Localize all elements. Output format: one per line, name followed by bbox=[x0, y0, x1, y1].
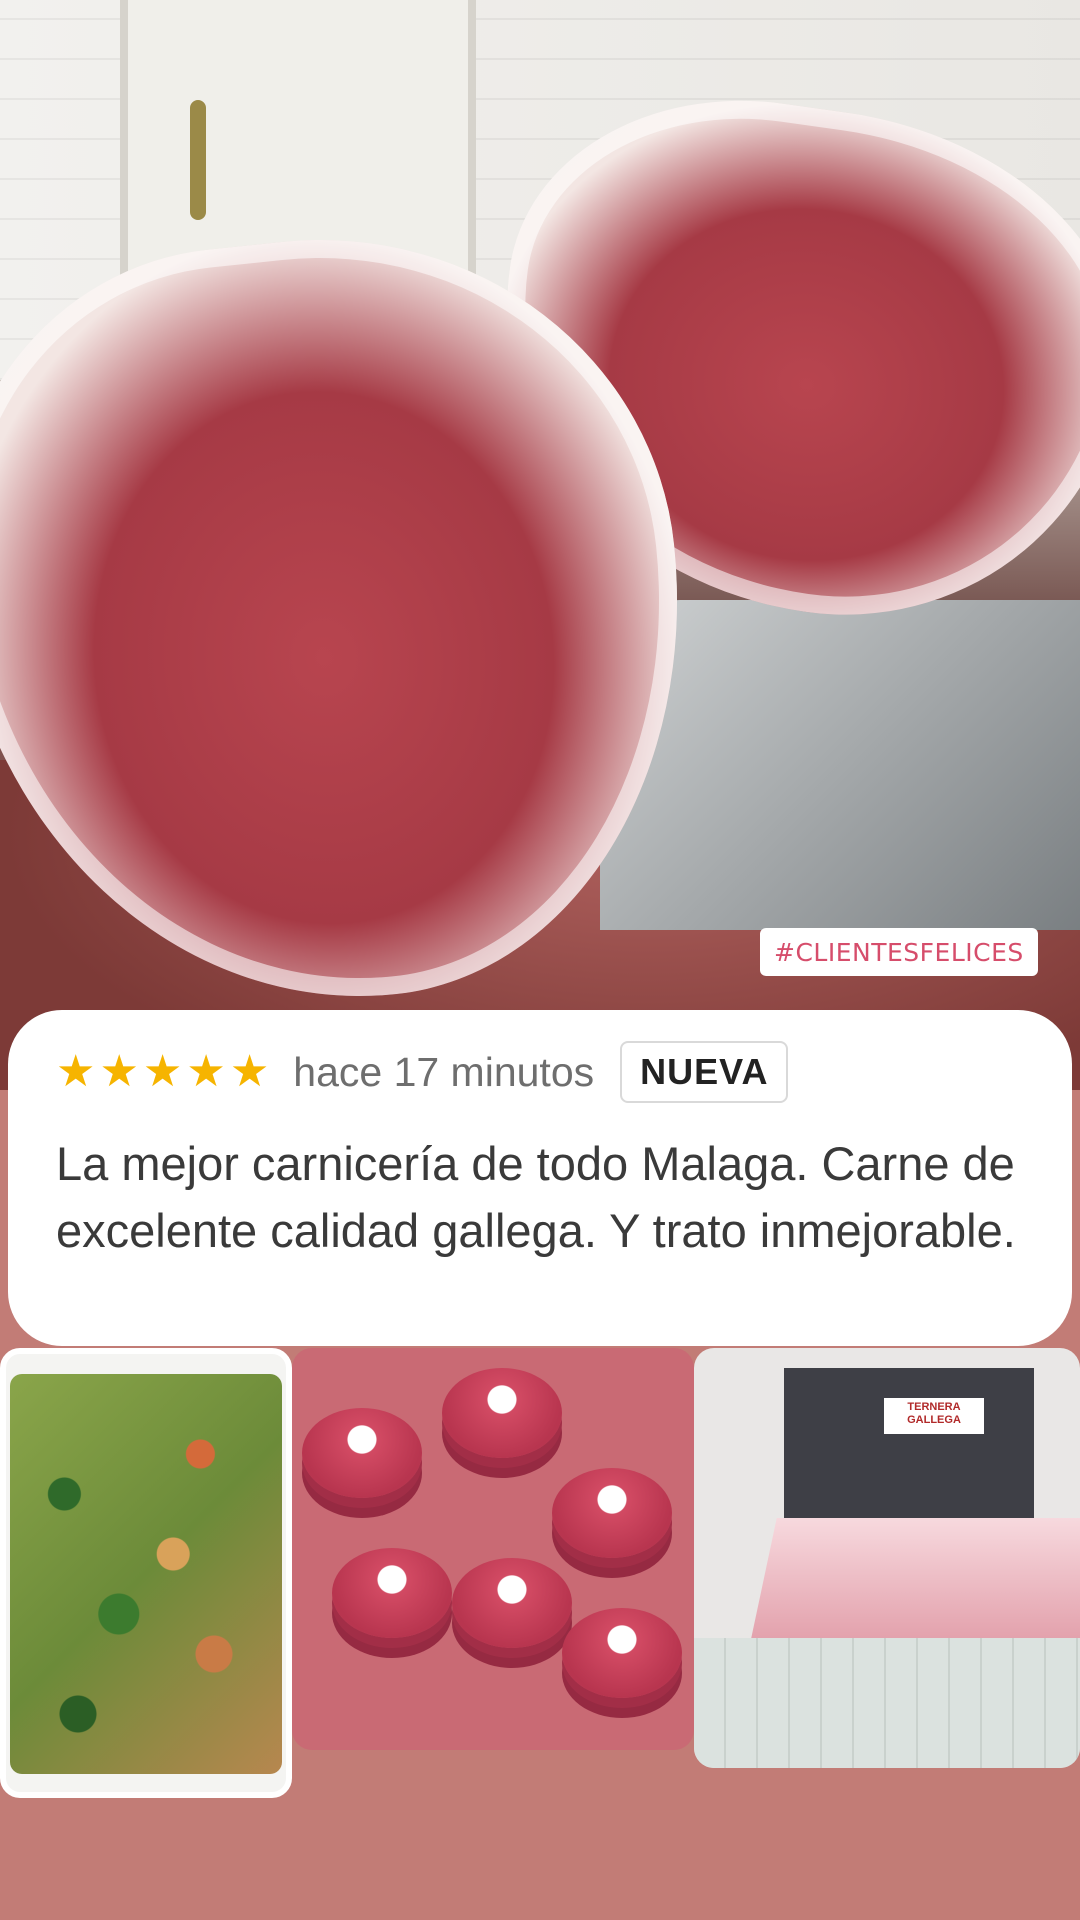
new-badge: NUEVA bbox=[620, 1041, 789, 1103]
star-rating: ★ ★ ★ ★ ★ bbox=[56, 1050, 269, 1094]
star-icon: ★ bbox=[99, 1047, 139, 1096]
hashtag-sticker: #CLIENTESFELICES bbox=[760, 928, 1038, 976]
photo-food-salad[interactable] bbox=[0, 1348, 292, 1798]
review-text: La mejor carnicería de todo Malaga. Carn… bbox=[56, 1137, 1016, 1257]
burger-patty bbox=[442, 1368, 562, 1458]
star-icon: ★ bbox=[186, 1047, 226, 1096]
review-header: ★ ★ ★ ★ ★ hace 17 minutos NUEVA bbox=[56, 1032, 1024, 1112]
burger-patty bbox=[552, 1468, 672, 1558]
burger-patty bbox=[452, 1558, 572, 1648]
hero-photo bbox=[0, 0, 1080, 1090]
photo-shop-interior[interactable]: TERNERA GALLEGA bbox=[694, 1348, 1080, 1768]
review-time: hace 17 minutos bbox=[293, 1048, 595, 1095]
burger-patty bbox=[562, 1608, 682, 1698]
display-case bbox=[751, 1518, 1080, 1638]
star-icon: ★ bbox=[229, 1047, 270, 1096]
door-handle bbox=[190, 100, 206, 220]
salad-plate bbox=[10, 1374, 282, 1774]
shop-back-wall bbox=[784, 1368, 1034, 1528]
burger-patty bbox=[332, 1548, 452, 1638]
shop-floor bbox=[694, 1638, 1080, 1768]
burger-patty bbox=[302, 1408, 422, 1498]
star-icon: ★ bbox=[56, 1047, 96, 1096]
star-icon: ★ bbox=[142, 1047, 183, 1096]
review-card: ★ ★ ★ ★ ★ hace 17 minutos NUEVA La mejor… bbox=[8, 1010, 1072, 1346]
shop-sign: TERNERA GALLEGA bbox=[884, 1398, 984, 1434]
photo-burgers[interactable] bbox=[292, 1348, 694, 1750]
